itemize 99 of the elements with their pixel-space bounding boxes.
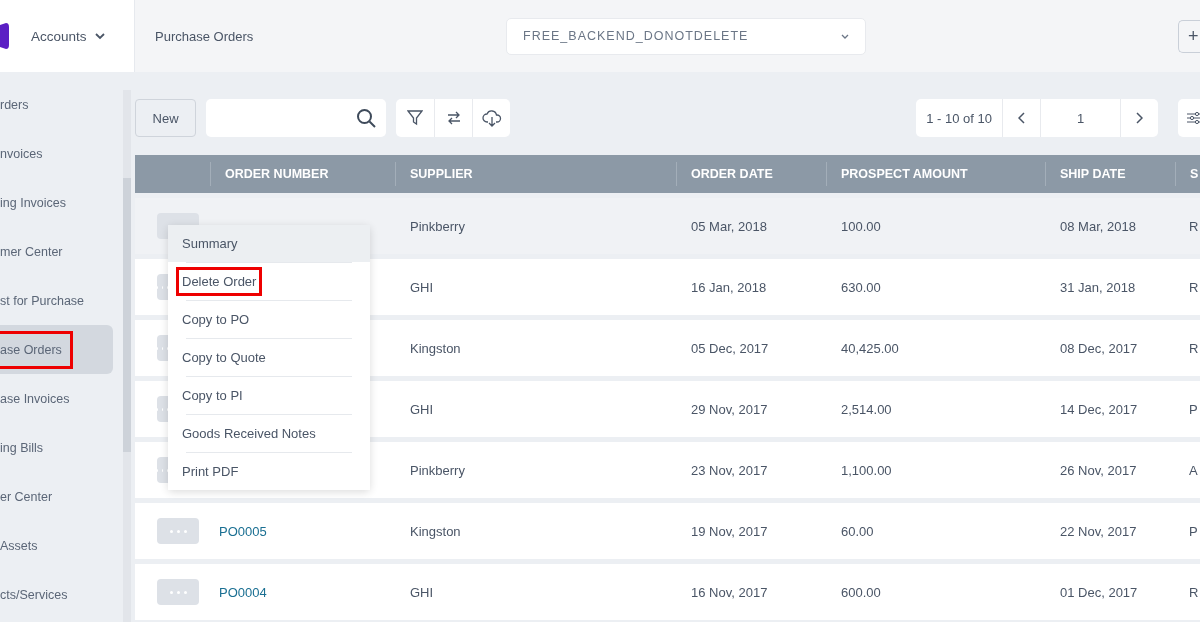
sidebar-item-label: mer Center	[0, 243, 64, 261]
company-select[interactable]: FREE_BACKEND_DONOTDELETE	[506, 17, 866, 55]
table-cell-text: 05 Mar, 2018	[690, 218, 768, 234]
table-cell-text: 01 Dec, 2017	[1059, 584, 1139, 600]
row-actions-button[interactable]	[157, 518, 199, 544]
table-cell-text: Pinkberry	[409, 462, 466, 478]
menu-item[interactable]: Delete Order	[168, 263, 370, 300]
sidebar-item[interactable]: st for Purchase	[0, 276, 113, 325]
table-cell-text: R	[1188, 279, 1200, 295]
sidebar-item-label: ase Orders	[0, 330, 73, 369]
table-cell-text: 40,425.00	[840, 340, 900, 356]
table-cell-text: 26 Nov, 2017	[1059, 462, 1138, 478]
sidebar-item[interactable]: ase Orders	[0, 325, 113, 374]
table-cell-text: 630.00	[840, 279, 882, 295]
filter-icon	[407, 110, 424, 126]
sidebar-item-label: cts/Services	[0, 586, 69, 604]
table-cell-text: GHI	[409, 401, 435, 417]
sidebar-item[interactable]: ing Invoices	[0, 178, 113, 227]
table-cell-text: P	[1188, 523, 1199, 539]
sidebar-item-label: ing Invoices	[0, 194, 67, 212]
new-button[interactable]: New	[135, 99, 197, 137]
search-icon	[356, 108, 377, 128]
sidebar-item-label: rders	[0, 96, 30, 114]
table-cell-text: R	[1188, 218, 1200, 234]
column-settings-button[interactable]	[1178, 99, 1200, 137]
search-field[interactable]	[206, 99, 387, 137]
page-number-field[interactable]: 1	[1040, 99, 1120, 137]
swap-icon	[445, 110, 462, 126]
row-actions-button[interactable]	[157, 457, 168, 483]
sidebar-item[interactable]: mer Center	[0, 227, 113, 276]
breadcrumb: Purchase Orders	[155, 28, 255, 44]
table-cell-text: 16 Jan, 2018	[690, 279, 768, 295]
sidebar-item[interactable]: Assets	[0, 521, 113, 570]
menu-item-label: Delete Order	[176, 267, 263, 296]
row-actions-button[interactable]	[157, 274, 168, 300]
sidebar-item-label: ing Bills	[0, 439, 45, 457]
menu-item-label: Copy to PI	[181, 387, 244, 405]
menu-item-label: Copy to Quote	[181, 349, 267, 367]
logo-icon	[0, 23, 9, 49]
table-row[interactable]: PO0005 Kingston 19 Nov, 2017 60.00 22 Nov, 2017 P	[135, 503, 1200, 559]
table-cell-text: 2,514.00	[840, 401, 893, 417]
table-cell-text: 29 Nov, 2017	[690, 401, 769, 417]
menu-item[interactable]: Copy to PI	[168, 377, 370, 414]
sliders-icon	[1187, 111, 1200, 125]
table-cell-text: 22 Nov, 2017	[1059, 523, 1138, 539]
order-link[interactable]: PO0004	[210, 584, 395, 600]
table-row[interactable]: PO0004 GHI 16 Nov, 2017 600.00 01 Dec, 2017 R	[135, 564, 1200, 620]
row-actions-button[interactable]	[157, 579, 199, 605]
menu-item[interactable]: Goods Received Notes	[168, 415, 370, 452]
row-actions-button[interactable]	[157, 335, 168, 361]
table-cell-text: 19 Nov, 2017	[690, 523, 769, 539]
table-cell-text: P	[1188, 401, 1199, 417]
table-cell-text: 600.00	[840, 584, 882, 600]
table-cell-text: GHI	[409, 584, 435, 600]
table-cell-text: Kingston	[409, 523, 462, 539]
menu-item[interactable]: Print PDF	[168, 453, 370, 490]
order-link[interactable]: PO0005	[210, 523, 395, 539]
menu-item[interactable]: Copy to PO	[168, 301, 370, 338]
module-menu[interactable]: Accounts	[31, 28, 105, 44]
table-cell-text: 1,100.00	[840, 462, 893, 478]
menu-item[interactable]: Summary	[168, 225, 370, 262]
sidebar-item-label: st for Purchase	[0, 292, 86, 310]
table-cell-text: 08 Dec, 2017	[1059, 340, 1139, 356]
sidebar-item[interactable]: rders	[0, 80, 113, 129]
menu-item[interactable]: Copy to Quote	[168, 339, 370, 376]
table-cell-text: GHI	[409, 279, 435, 295]
sidebar-item[interactable]: nvoices	[0, 129, 113, 178]
sidebar-item-label: ase Invoices	[0, 390, 71, 408]
sidebar-item[interactable]: ing Bills	[0, 423, 113, 472]
table-cell-text: Pinkberry	[409, 218, 466, 234]
page-range: 1 - 10 of 10	[925, 109, 993, 128]
table-cell-text: R	[1188, 340, 1200, 356]
table-cell-text: 05 Dec, 2017	[690, 340, 770, 356]
sidebar-item-label: nvoices	[0, 145, 44, 163]
table-cell-text: A	[1188, 462, 1199, 478]
sidebar-item[interactable]: ase Invoices	[0, 374, 113, 423]
sidebar-item[interactable]: er Center	[0, 472, 113, 521]
table-cell-text: 23 Nov, 2017	[690, 462, 769, 478]
sidebar-item-label: Assets	[0, 537, 39, 555]
table-cell-text: 16 Nov, 2017	[690, 584, 769, 600]
table-cell-text: 14 Dec, 2017	[1059, 401, 1139, 417]
menu-item-label: Summary	[181, 235, 239, 253]
add-button[interactable]: +	[1178, 19, 1200, 53]
table-cell-text: 31 Jan, 2018	[1059, 279, 1137, 295]
row-actions-button[interactable]	[157, 396, 168, 422]
table-cell-text: 08 Mar, 2018	[1059, 218, 1137, 234]
chevron-down-icon	[841, 33, 849, 39]
chevron-right-icon	[1136, 112, 1143, 124]
table-cell-text: 60.00	[840, 523, 875, 539]
table-cell-text: Kingston	[409, 340, 462, 356]
menu-item-label: Print PDF	[181, 463, 240, 481]
chevron-left-icon	[1018, 112, 1025, 124]
chevron-down-icon	[94, 32, 105, 40]
table-cell-text: R	[1188, 584, 1200, 600]
cloud-download-icon	[481, 109, 502, 127]
table-cell-text: 100.00	[840, 218, 882, 234]
sidebar-item-label: er Center	[0, 488, 54, 506]
scrollbar[interactable]	[123, 90, 131, 622]
sidebar-item[interactable]: cts/Services	[0, 570, 113, 619]
